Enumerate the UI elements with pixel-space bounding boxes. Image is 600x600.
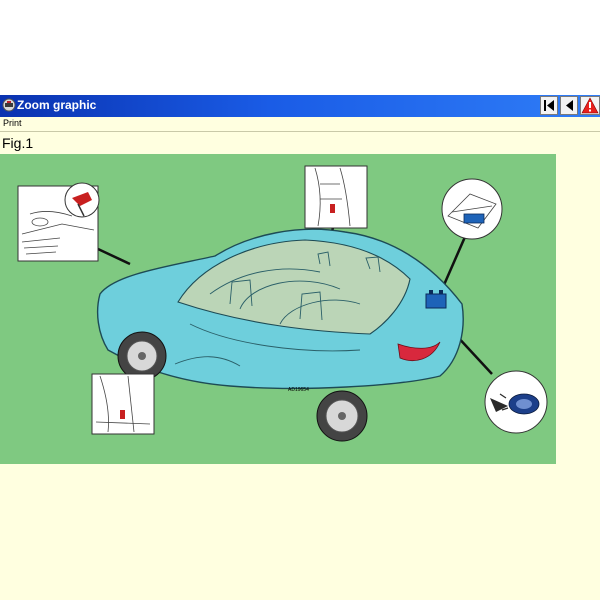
previous-page-button[interactable] xyxy=(560,96,578,115)
detail-trunk-battery xyxy=(441,178,503,240)
window-title: Zoom graphic xyxy=(17,98,97,112)
detail-remote-key xyxy=(484,370,548,434)
menu-print[interactable]: Print xyxy=(3,118,22,128)
figure-label: Fig.1 xyxy=(2,135,34,151)
figure-panel: AD19654 xyxy=(0,154,556,464)
previous-page-icon xyxy=(566,100,573,111)
warning-button[interactable] xyxy=(580,96,600,115)
warning-icon xyxy=(581,97,599,114)
detail-front-grille-release xyxy=(17,182,100,262)
rear-wheel xyxy=(316,390,368,442)
detail-door-pillar xyxy=(304,165,368,229)
title-bar: Zoom graphic xyxy=(0,95,600,117)
menu-separator xyxy=(0,131,600,132)
front-wheel xyxy=(117,331,167,381)
part-number: AD19654 xyxy=(288,387,309,393)
first-page-button[interactable] xyxy=(540,96,558,115)
menu-bar: Print xyxy=(0,117,600,131)
first-page-icon xyxy=(544,100,554,111)
zoom-graphic-window: Zoom graphic Print Fig.1 AD19654 xyxy=(0,95,600,600)
detail-rocker-panel xyxy=(91,373,155,435)
app-logo-icon xyxy=(2,98,16,112)
car-illustration: AD19654 xyxy=(17,165,548,442)
